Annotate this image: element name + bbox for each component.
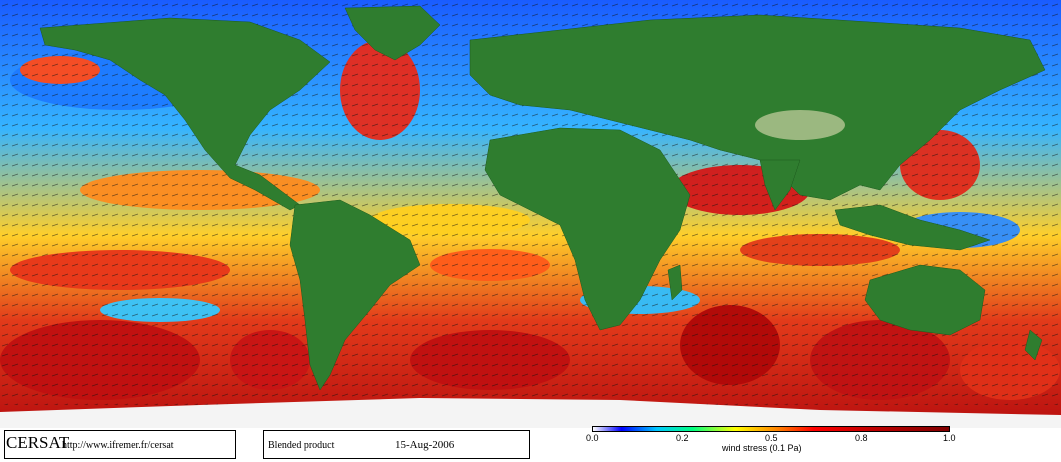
world-map-canvas [0,0,1061,428]
tibetan-plateau [755,110,845,140]
colorbar-tick-0: 0.0 [586,433,599,443]
colorbar-label: wind stress (0.1 Pa) [722,443,802,453]
colorbar [592,426,950,432]
cersat-logo: CERSAT [6,433,70,452]
colorbar-tick-3: 0.8 [855,433,868,443]
product-date: 15-Aug-2006 [395,439,455,451]
colorbar-tick-4: 1.0 [943,433,956,443]
cersat-url-link[interactable]: http://www.ifremer.fr/cersat [62,440,174,451]
colorbar-tick-1: 0.2 [676,433,689,443]
product-title: Blended product [268,440,335,451]
colorbar-tick-2: 0.5 [765,433,778,443]
wind-stress-map: CERSAT http://www.ifremer.fr/cersat Blen… [0,0,1061,462]
